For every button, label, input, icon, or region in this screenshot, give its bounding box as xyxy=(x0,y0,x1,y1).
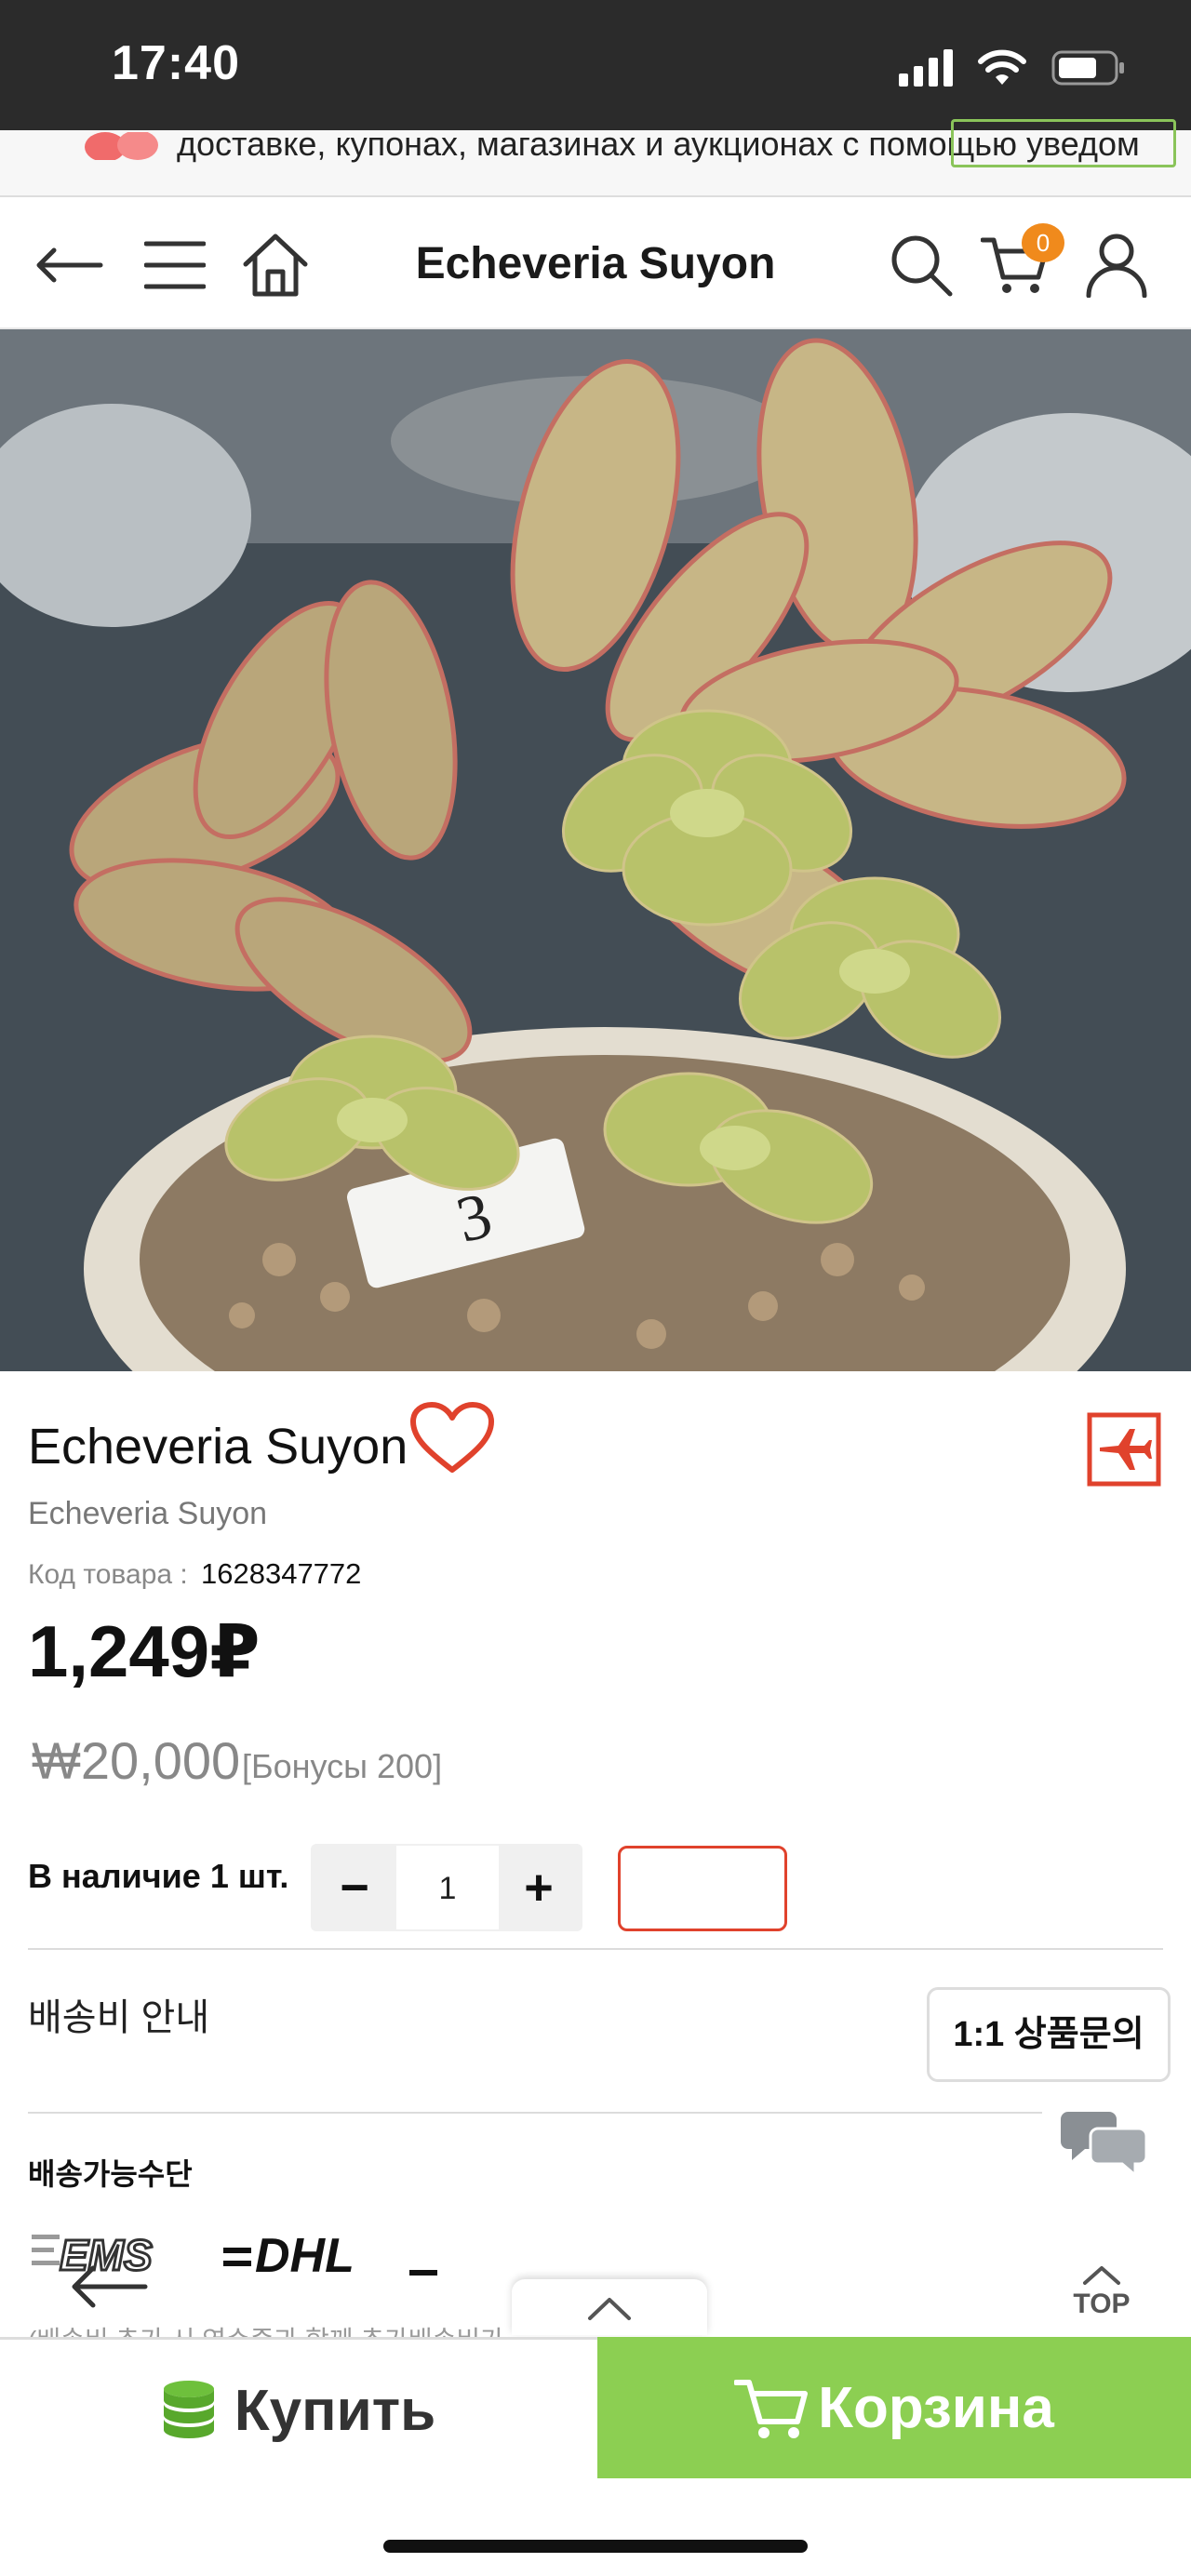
search-icon[interactable] xyxy=(884,228,958,302)
cart-icon xyxy=(734,2380,809,2438)
inquiry-button[interactable]: 1:1 상품문의 xyxy=(927,1987,1171,2082)
expand-tab[interactable] xyxy=(512,2279,707,2335)
add-to-cart-button[interactable]: Корзина xyxy=(597,2337,1191,2478)
shipping-methods-title: 배송가능수단 xyxy=(28,2157,193,2191)
quantity-value[interactable]: 1 xyxy=(396,1846,499,1929)
wifi-icon xyxy=(978,49,1026,85)
shipping-info-link[interactable]: 배송비 안내 xyxy=(28,1987,209,2041)
dhl-logo: DHL xyxy=(223,2229,437,2283)
product-image[interactable]: 3 xyxy=(0,329,1191,1371)
buy-label: Купить xyxy=(234,2378,436,2443)
safe-area xyxy=(0,2478,1191,2576)
chat-icon[interactable] xyxy=(1061,2106,1148,2179)
svg-text:DHL: DHL xyxy=(255,2229,355,2281)
top-label: TOP xyxy=(1073,2289,1131,2319)
coins-icon xyxy=(163,2381,214,2438)
scroll-top-button[interactable]: TOP xyxy=(1064,2262,1139,2328)
bonus-points: [Бонусы 200] xyxy=(242,1747,443,1785)
home-indicator[interactable] xyxy=(383,2540,808,2553)
status-time: 17:40 xyxy=(112,36,240,90)
quantity-minus-button[interactable]: − xyxy=(313,1844,396,1931)
stock-status: В наличие 1 шт. xyxy=(28,1857,289,1895)
banner-action-box[interactable] xyxy=(951,119,1176,167)
product-code-label: Код товара : xyxy=(28,1559,188,1590)
divider xyxy=(28,1948,1163,1950)
battery-icon xyxy=(1051,50,1124,86)
shipping-note-partial: (배송비 추가 시 영수증과 함께 추가배송비가 xyxy=(28,2320,512,2339)
user-icon[interactable] xyxy=(1079,228,1154,302)
cart-label: Корзина xyxy=(818,2375,1054,2440)
cart-count-badge: 0 xyxy=(1022,223,1064,262)
airplane-shipping-icon[interactable] xyxy=(1087,1412,1161,1487)
product-name: Echeveria Suyon xyxy=(28,1419,408,1475)
flower-logo-icon xyxy=(85,132,158,160)
floating-back-arrow-icon[interactable] xyxy=(69,2261,149,2313)
heart-icon[interactable] xyxy=(409,1401,495,1475)
quantity-plus-button[interactable]: + xyxy=(497,1844,581,1931)
original-price-krw: ₩20,000 xyxy=(32,1731,241,1790)
product-price: 1,249₽ xyxy=(28,1610,261,1692)
status-icons xyxy=(899,45,1126,91)
buy-button[interactable]: Купить xyxy=(0,2337,597,2481)
signal-icon xyxy=(899,49,953,87)
product-subtitle: Echeveria Suyon xyxy=(28,1496,268,1531)
option-select-box[interactable] xyxy=(618,1846,787,1931)
product-code-value: 1628347772 xyxy=(201,1557,362,1590)
divider xyxy=(28,2112,1042,2114)
